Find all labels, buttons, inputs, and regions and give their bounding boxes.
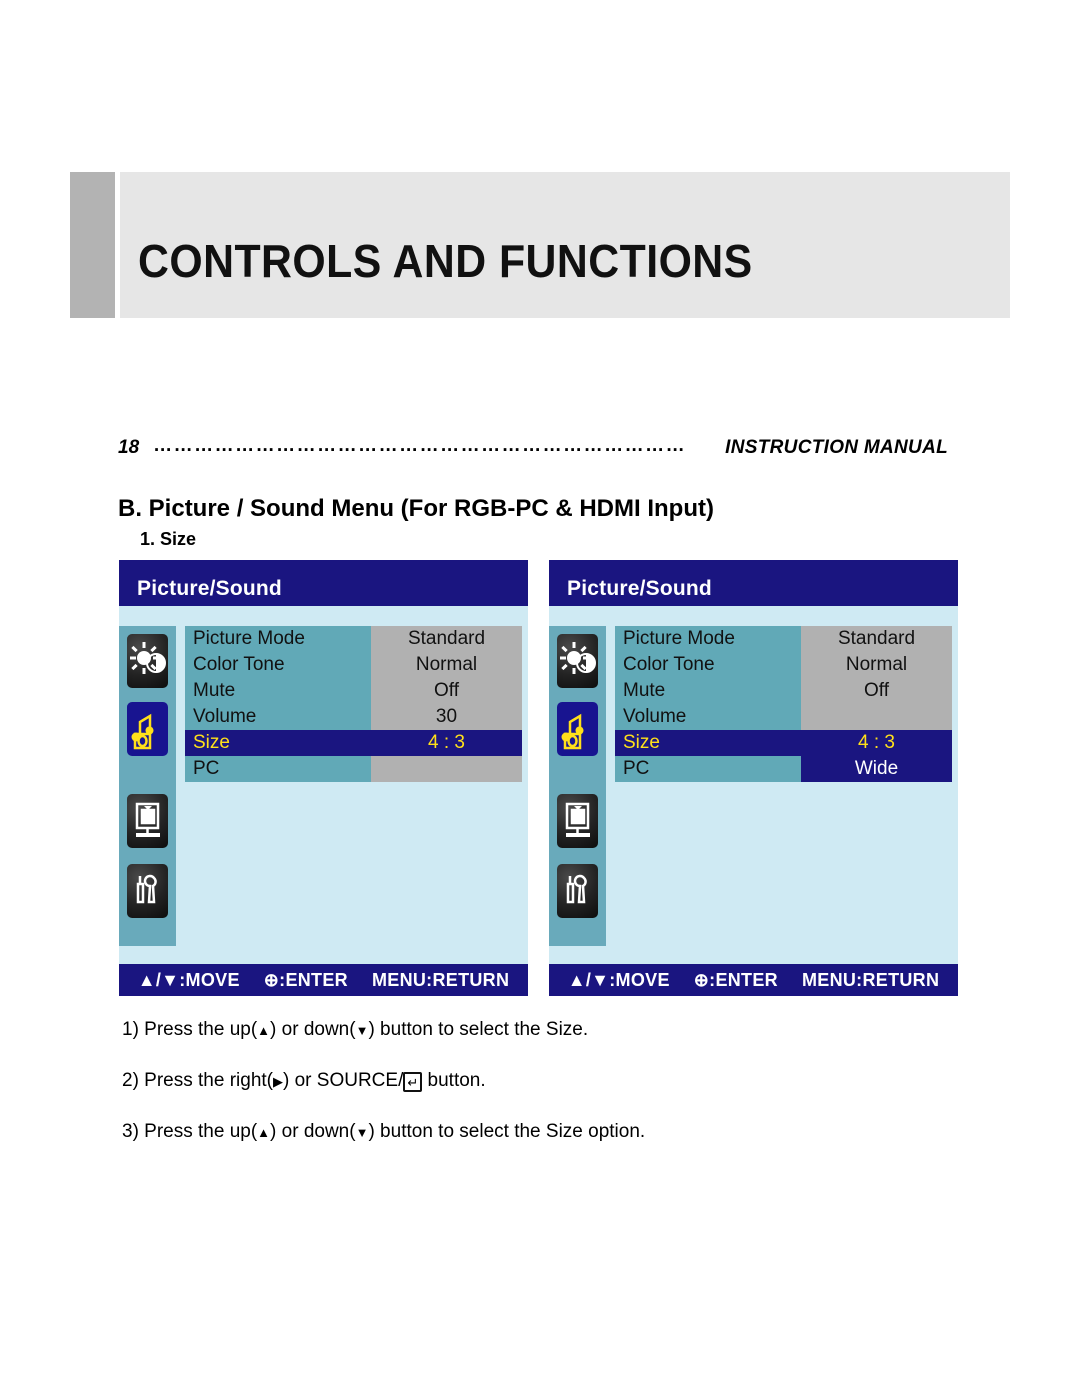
instruction-text: 3) Press the up( [122,1121,258,1142]
osd-row-value [371,756,522,782]
instruction-line: 3) Press the up(▲) or down(▼) button to … [122,1120,942,1145]
osd-row-label: PC [185,756,371,782]
chapter-header: CONTROLS AND FUNCTIONS [70,172,1010,318]
osd-row-value: Normal [801,652,952,678]
osd-rows-left: Picture Mode Standard Color Tone Normal Mute… [185,626,522,782]
instruction-text: 2) Press the right( [122,1070,273,1091]
osd-footer: ▲/▼:MOVE ⊕:ENTER MENU:RETURN [119,964,528,996]
instruction-text: ) or SOURCE/ [283,1070,404,1091]
osd-row[interactable]: Picture Mode Standard [615,626,952,652]
osd-row[interactable]: Volume 30 [185,704,522,730]
osd-row[interactable]: Mute Off [185,678,522,704]
osd-row-label: Picture Mode [185,626,371,652]
monitor-setup-icon[interactable] [557,794,598,848]
osd-panel-right: Picture/Sound Picture Mode Standard Colo… [549,560,958,996]
manual-label: INSTRUCTION MANUAL [725,437,948,458]
size-options-dropdown[interactable]: 4 : 3 Wide [801,730,952,782]
dot-leader: …………………………………………………………………… [153,435,687,456]
osd-row-value: 4 : 3 [371,730,522,756]
dropdown-option[interactable]: 4 : 3 [801,730,952,756]
chapter-title: CONTROLS AND FUNCTIONS [138,235,753,287]
chapter-accent-bar [70,172,115,318]
osd-row-value: Normal [371,652,522,678]
enter-button-icon: ↵ [403,1072,423,1092]
osd-row[interactable]: Color Tone Normal [185,652,522,678]
osd-row[interactable]: Volume [615,704,952,730]
osd-row-value: Off [801,678,952,704]
instruction-text: ) button to select the Size option. [368,1121,646,1142]
instruction-line: 2) Press the right(▶) or SOURCE/↵ button… [122,1069,942,1094]
osd-row-value [801,704,952,730]
arrow-icon: ▲ [257,1125,271,1140]
osd-rows-right: Picture Mode Standard Color Tone Normal Mute… [615,626,952,782]
instruction-line: 1) Press the up(▲) or down(▼) button to … [122,1018,942,1043]
osd-icon-sidebar [119,626,176,946]
instruction-text: button. [422,1070,486,1091]
osd-title: Picture/Sound [137,577,282,600]
footer-move-hint: ▲/▼:MOVE [137,969,240,990]
osd-titlebar: Picture/Sound [549,560,958,606]
arrow-icon: ▼ [355,1023,369,1038]
osd-row-value: Standard [371,626,522,652]
osd-title: Picture/Sound [567,577,712,600]
audio-sound-icon[interactable] [557,702,598,756]
running-head: 18 …………………………………………………………………… INSTRUCTIO… [118,435,948,463]
footer-return-hint: MENU:RETURN [801,969,940,990]
osd-row-label: Size [615,730,801,756]
osd-row-value: 30 [371,704,522,730]
tools-setup-icon[interactable] [127,864,168,918]
osd-panel-left: Picture/Sound Picture Mode Standard Colo… [119,560,528,996]
brightness-contrast-icon[interactable] [557,634,598,688]
page-number: 18 [118,437,140,458]
osd-row-label: Mute [185,678,371,704]
osd-row[interactable]: Size 4 : 3 [185,730,522,756]
instruction-text: ) or down( [270,1019,356,1040]
osd-row-label: Color Tone [615,652,801,678]
footer-move-hint: ▲/▼:MOVE [567,969,670,990]
osd-row-label: Color Tone [185,652,371,678]
osd-row-value: Off [371,678,522,704]
osd-row[interactable]: Picture Mode Standard [185,626,522,652]
osd-footer: ▲/▼:MOVE ⊕:ENTER MENU:RETURN [549,964,958,996]
osd-row[interactable]: PC [185,756,522,782]
osd-row[interactable]: Color Tone Normal [615,652,952,678]
audio-sound-icon[interactable] [127,702,168,756]
osd-row-label: PC [615,756,801,782]
instruction-text: 1) Press the up( [122,1019,258,1040]
instruction-text: ) or down( [270,1121,356,1142]
osd-row-label: Picture Mode [615,626,801,652]
osd-row-value: Standard [801,626,952,652]
footer-return-hint: MENU:RETURN [371,969,510,990]
brightness-contrast-icon[interactable] [127,634,168,688]
osd-row[interactable]: Mute Off [615,678,952,704]
osd-row-label: Mute [615,678,801,704]
osd-row-label: Size [185,730,371,756]
instruction-list: 1) Press the up(▲) or down(▼) button to … [122,1018,942,1171]
footer-enter-hint: ⊕:ENTER [263,969,348,990]
arrow-icon: ▲ [257,1023,271,1038]
arrow-icon: ▶ [273,1074,283,1089]
dropdown-option[interactable]: Wide [801,756,952,782]
osd-icon-sidebar [549,626,606,946]
subsection-heading: 1. Size [140,529,197,549]
tools-setup-icon[interactable] [557,864,598,918]
footer-enter-hint: ⊕:ENTER [693,969,778,990]
instruction-text: ) button to select the Size. [368,1019,589,1040]
osd-row-label: Volume [185,704,371,730]
section-heading: B. Picture / Sound Menu (For RGB-PC & HD… [118,495,714,522]
monitor-setup-icon[interactable] [127,794,168,848]
arrow-icon: ▼ [355,1125,369,1140]
osd-titlebar: Picture/Sound [119,560,528,606]
osd-row-label: Volume [615,704,801,730]
